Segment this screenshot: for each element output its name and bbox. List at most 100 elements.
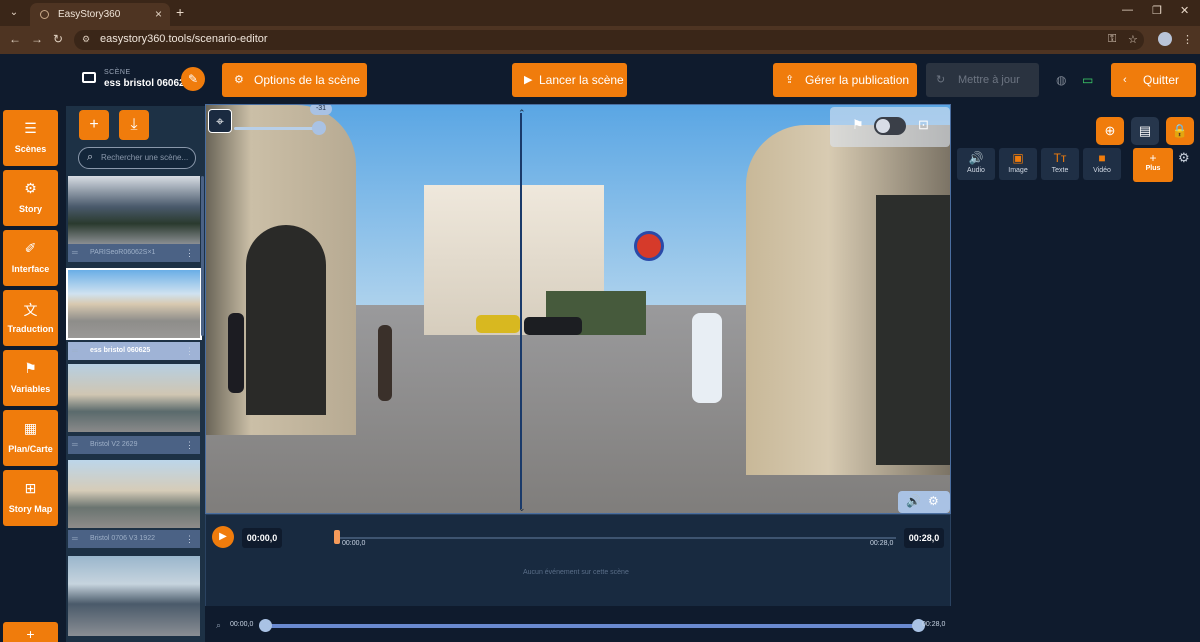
timeline-track[interactable] (336, 537, 896, 539)
tab-close-icon[interactable]: × (155, 3, 162, 26)
favicon-icon (40, 10, 49, 19)
minimize-icon[interactable]: — (1122, 4, 1133, 16)
drag-handle-icon[interactable]: ═ (72, 436, 78, 454)
bookmark-star-icon[interactable]: ☆ (1128, 33, 1138, 46)
brush-icon: ✐ (24, 240, 37, 256)
new-tab-icon[interactable]: + (176, 4, 184, 20)
browser-menu-icon[interactable]: ⋮ (1182, 33, 1193, 46)
more-options-icon[interactable]: ⋮ (185, 244, 194, 262)
speaker-icon: 🔊 (968, 151, 984, 165)
drag-handle-icon[interactable]: ═ (72, 342, 78, 360)
compass-button[interactable]: ⌖ (208, 109, 232, 133)
view-toggle[interactable] (874, 117, 906, 135)
launch-scene-button[interactable]: ▶ Lancer la scène (512, 63, 627, 97)
add-folder-button[interactable]: ⊕ (1096, 117, 1124, 145)
viewer-audio-controls: 🔊 ⚙ (898, 491, 950, 513)
pencil-icon: ✎ (187, 72, 199, 86)
zoom-start-handle[interactable] (259, 619, 272, 632)
media-settings-gear-icon[interactable]: ⚙ (1178, 150, 1190, 166)
viewer-toolbar: ⚑ ⊡ (830, 107, 950, 147)
download-scene-button[interactable]: ⤓ (119, 110, 149, 140)
image-icon: ▣ (1012, 151, 1024, 165)
scene-thumbnail-image (68, 556, 200, 636)
gear-icon: ⚙ (234, 74, 244, 86)
lock-button[interactable]: 🔒 (1166, 117, 1194, 145)
play-button[interactable]: ▶ (212, 526, 234, 548)
scene-thumbnail[interactable] (68, 556, 200, 642)
zoom-end-label: 00:28,0 (922, 621, 946, 628)
url-text: easystory360.tools/scenario-editor (100, 33, 268, 45)
scene-thumbnail[interactable]: ═ ess bristol 060625 ⋮ (66, 268, 202, 360)
add-image-button[interactable]: ▣ Image (999, 148, 1037, 180)
vertical-guide-line[interactable] (520, 113, 522, 509)
scene-thumbnail[interactable]: ═ Bristol 0706 V3 1922 ⋮ (68, 460, 200, 548)
more-options-icon[interactable]: ⋮ (185, 436, 194, 454)
maximize-icon[interactable]: ❐ (1152, 4, 1162, 17)
scenes-scrollbar[interactable] (201, 176, 204, 336)
sidebar-item-story-map[interactable]: ⊞ Story Map (3, 470, 58, 526)
vr-headset-icon[interactable]: ▭ (1082, 73, 1093, 87)
field-of-view-slider[interactable] (234, 127, 320, 130)
quit-button[interactable]: ‹ Quitter (1111, 63, 1196, 97)
tab-search-icon[interactable]: ⌄ (6, 5, 22, 21)
volume-icon[interactable]: 🔊 (906, 494, 921, 508)
browser-tab[interactable]: EasyStory360 × (30, 3, 170, 26)
chevron-up-icon[interactable]: ⌃ (518, 108, 526, 119)
sidebar-item-variables[interactable]: ⚑ Variables (3, 350, 58, 406)
scene-thumbnail-image (68, 364, 200, 432)
playhead[interactable] (334, 530, 340, 544)
sidebar-add-button[interactable]: + (3, 622, 58, 642)
site-info-icon[interactable]: ⚙ (82, 34, 90, 45)
recenter-icon[interactable]: ⊡ (918, 117, 929, 133)
forward-icon[interactable]: → (31, 32, 43, 46)
drag-handle-icon[interactable]: ═ (72, 244, 78, 262)
bookmark-icon[interactable]: ⚑ (852, 117, 864, 133)
zoom-start-label: 00:00,0 (230, 621, 254, 628)
sidebar-item-interface[interactable]: ✐ Interface (3, 230, 58, 286)
text-icon: Tт (1053, 151, 1067, 165)
right-panel (951, 106, 1200, 642)
total-time: 00:28,0 (904, 528, 944, 548)
profile-avatar[interactable] (1158, 32, 1172, 46)
close-window-icon[interactable]: ✕ (1180, 4, 1189, 17)
edit-scene-name-button[interactable]: ✎ (181, 67, 205, 91)
more-options-icon[interactable]: ⋮ (185, 342, 194, 360)
sidebar-item-translation[interactable]: 文 Traduction (3, 290, 58, 346)
sitemap-icon: ⊞ (24, 480, 37, 496)
update-button-disabled: ↻ Mettre à jour (926, 63, 1039, 97)
key-icon[interactable]: ⚿ (1108, 33, 1116, 46)
scene-thumbnail[interactable]: ═ Bristol V2 2629 ⋮ (68, 364, 200, 454)
add-text-button[interactable]: Tт Texte (1041, 148, 1079, 180)
scene-search-input[interactable]: ⌕ Rechercher une scène... (78, 147, 196, 169)
menu-icon: ☰ (24, 120, 37, 136)
back-icon[interactable]: ← (9, 32, 21, 46)
url-field[interactable]: ⚙ easystory360.tools/scenario-editor (74, 30, 1144, 50)
video-icon: ■ (1098, 151, 1106, 165)
scene-thumbnail-image (68, 176, 200, 244)
settings-gear-icon[interactable]: ⚙ (928, 494, 939, 508)
black-car (524, 317, 582, 335)
sidebar-item-map[interactable]: ▦ Plan/Carte (3, 410, 58, 466)
sidebar-item-story[interactable]: ⚙ Story (3, 170, 58, 226)
add-audio-button[interactable]: 🔊 Audio (957, 148, 995, 180)
tab-title: EasyStory360 (58, 9, 121, 20)
zoom-range-slider[interactable] (264, 624, 918, 628)
more-options-icon[interactable]: ⋮ (185, 530, 194, 548)
sidebar-item-scenes[interactable]: ☰ Scènes (3, 110, 58, 166)
scene-thumbnail-image (68, 460, 200, 528)
scene-thumbnail[interactable]: ═ PARISeoR06062S×1 ⋮ (68, 176, 200, 262)
clipboard-button[interactable]: ▤ (1131, 117, 1159, 145)
person-white-shirt (692, 313, 722, 403)
add-scene-button[interactable]: + (79, 110, 109, 140)
more-media-button[interactable]: + Plus (1133, 148, 1173, 182)
globe-icon[interactable]: ◍ (1056, 73, 1066, 87)
scene-options-button[interactable]: ⚙ Options de la scène (222, 63, 367, 97)
lock-icon: 🔒 (1171, 123, 1189, 138)
chevron-down-icon[interactable]: ⌄ (518, 503, 526, 513)
reload-icon[interactable]: ↻ (53, 32, 63, 46)
slider-handle[interactable] (312, 121, 326, 135)
drag-handle-icon[interactable]: ═ (72, 530, 78, 548)
add-video-button[interactable]: ■ Vidéo (1083, 148, 1121, 180)
panorama-viewer[interactable]: ⌃ ⌄ ⌖ -31 ⚑ ⊡ 🔊 ⚙ (205, 104, 951, 514)
manage-publication-button[interactable]: ⇪ Gérer la publication (773, 63, 917, 97)
